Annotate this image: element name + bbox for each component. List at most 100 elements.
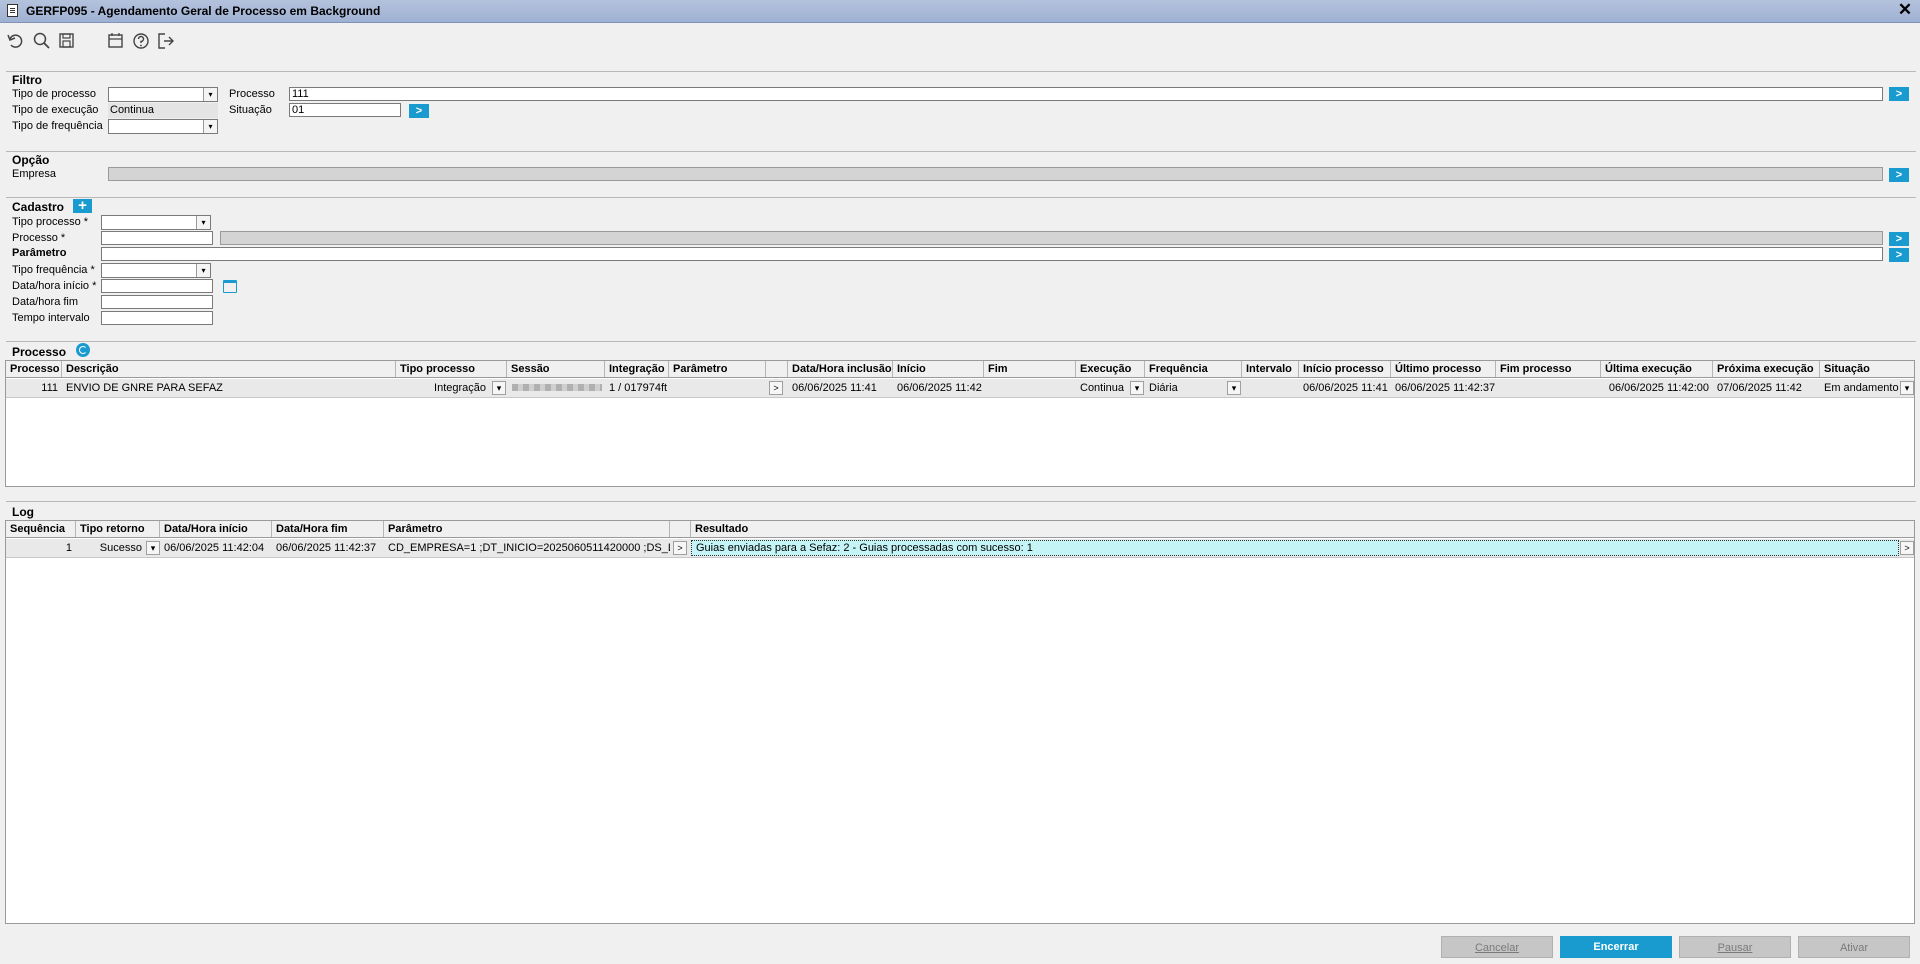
cell-situacao: Em andamento	[1824, 382, 1899, 394]
table-row[interactable]: 1 Sucesso ▾ 06/06/2025 11:42:04 06/06/20…	[6, 539, 1914, 558]
calendar-icon[interactable]	[223, 280, 237, 293]
cad-tempo-intervalo-label: Tempo intervalo	[12, 312, 90, 324]
col-processo[interactable]: Processo	[6, 361, 62, 377]
cell-execucao: Continua	[1080, 382, 1125, 394]
col-tipo-retorno[interactable]: Tipo retorno	[76, 521, 160, 537]
pause-button[interactable]: Pausar	[1679, 936, 1791, 958]
cancel-button[interactable]: Cancelar	[1441, 936, 1553, 958]
divider	[6, 71, 1916, 72]
resultado-open-button[interactable]: >	[1900, 541, 1914, 555]
col-inicio[interactable]: Início	[893, 361, 984, 377]
cell-frequencia: Diária	[1149, 382, 1178, 394]
empresa-label: Empresa	[12, 168, 57, 180]
cad-tipo-frequencia-select[interactable]: ▾	[101, 263, 211, 278]
col-ultimo-processo[interactable]: Último processo	[1391, 361, 1496, 377]
col-resultado[interactable]: Resultado	[691, 521, 1914, 537]
chevron-down-icon[interactable]: ▾	[203, 88, 217, 101]
cell-inicio: 06/06/2025 11:42	[897, 382, 982, 394]
parametro-open-button[interactable]: >	[769, 381, 783, 395]
chevron-down-icon[interactable]: ▾	[1900, 381, 1914, 395]
toolbar	[0, 23, 1920, 57]
col-sessao[interactable]: Sessão	[507, 361, 605, 377]
cell-ultimo-processo: 06/06/2025 11:42:37	[1395, 382, 1496, 394]
processo-input[interactable]: 111	[289, 87, 1883, 101]
col-sequencia[interactable]: Sequência	[6, 521, 76, 537]
chevron-down-icon[interactable]: ▾	[196, 264, 210, 277]
col-execucao[interactable]: Execução	[1076, 361, 1145, 377]
cad-data-inicio-input[interactable]	[101, 279, 213, 293]
cad-tipo-processo-label: Tipo processo *	[12, 216, 89, 228]
chevron-down-icon[interactable]: ▾	[1130, 381, 1144, 395]
col-data-fim[interactable]: Data/Hora fim	[272, 521, 384, 537]
cad-parametro-input[interactable]	[101, 247, 1883, 261]
close-icon[interactable]: ✕	[1896, 1, 1914, 19]
col-proxima-execucao[interactable]: Próxima execução	[1713, 361, 1820, 377]
cad-processo-input[interactable]	[101, 231, 213, 245]
cell-tipo-retorno: Sucesso	[99, 542, 142, 554]
log-grid: Sequência Tipo retorno Data/Hora início …	[5, 520, 1915, 924]
parametro-open-button[interactable]: >	[673, 541, 687, 555]
processo-label: Processo	[229, 88, 275, 100]
tipo-processo-label: Tipo de processo	[12, 88, 96, 100]
chevron-down-icon[interactable]: ▾	[1227, 381, 1241, 395]
tipo-frequencia-label: Tipo de frequência	[12, 120, 103, 132]
chevron-down-icon[interactable]: ▾	[196, 216, 210, 229]
grid-header: Sequência Tipo retorno Data/Hora início …	[6, 521, 1914, 538]
cell-resultado[interactable]: Guias enviadas para a Sefaz: 2 - Guias p…	[691, 540, 1899, 556]
situacao-go-button[interactable]: >	[409, 104, 429, 118]
col-fim-processo[interactable]: Fim processo	[1496, 361, 1601, 377]
chevron-down-icon[interactable]: ▾	[492, 381, 506, 395]
activate-button[interactable]: Ativar	[1798, 936, 1910, 958]
col-situacao[interactable]: Situação	[1820, 361, 1914, 377]
cell-integracao: 1 / 017974ft	[609, 382, 668, 394]
col-data-inicio[interactable]: Data/Hora início	[160, 521, 272, 537]
col-parametro[interactable]: Parâmetro	[669, 361, 766, 377]
cad-tipo-processo-select[interactable]: ▾	[101, 215, 211, 230]
encerrar-button[interactable]: Encerrar	[1560, 936, 1672, 958]
exit-icon[interactable]	[156, 31, 176, 51]
search-icon[interactable]	[32, 31, 52, 51]
processo-grid: Processo Descrição Tipo processo Sessão …	[5, 360, 1915, 487]
cell-proxima-execucao: 07/06/2025 11:42	[1717, 382, 1802, 394]
empresa-go-button[interactable]: >	[1889, 168, 1909, 182]
col-intervalo[interactable]: Intervalo	[1242, 361, 1299, 377]
cad-data-fim-label: Data/hora fim	[12, 296, 79, 308]
cad-processo-label: Processo *	[12, 232, 66, 244]
cad-data-fim-input[interactable]	[101, 295, 213, 309]
save-icon[interactable]	[57, 31, 77, 51]
col-fim[interactable]: Fim	[984, 361, 1076, 377]
cad-data-inicio-label: Data/hora início *	[12, 280, 97, 292]
divider	[6, 151, 1916, 152]
col-descricao[interactable]: Descrição	[62, 361, 396, 377]
tipo-frequencia-select[interactable]: ▾	[108, 119, 218, 134]
table-row[interactable]: 111 ENVIO DE GNRE PARA SEFAZ Integração …	[6, 379, 1914, 398]
divider	[6, 501, 1916, 502]
col-data-inclusao[interactable]: Data/Hora inclusão	[788, 361, 893, 377]
situacao-input[interactable]: 01	[289, 103, 401, 117]
cell-sequencia: 1	[65, 542, 72, 554]
cad-tempo-intervalo-input[interactable]	[101, 311, 213, 325]
processo-grid-title: Processo	[12, 345, 67, 359]
col-parametro[interactable]: Parâmetro	[384, 521, 670, 537]
col-frequencia[interactable]: Frequência	[1145, 361, 1242, 377]
chevron-down-icon[interactable]: ▾	[146, 541, 160, 555]
undo-icon[interactable]	[6, 31, 26, 51]
col-tipo-processo[interactable]: Tipo processo	[396, 361, 507, 377]
refresh-icon[interactable]	[76, 343, 90, 357]
calendar-icon[interactable]	[106, 31, 126, 51]
col-integracao[interactable]: Integração	[605, 361, 669, 377]
add-button[interactable]: +	[73, 198, 92, 213]
cell-data-inclusao: 06/06/2025 11:41	[792, 382, 877, 394]
chevron-down-icon[interactable]: ▾	[203, 120, 217, 133]
cell-processo: 111	[41, 382, 58, 394]
cad-processo-go-button[interactable]: >	[1889, 232, 1909, 246]
col-ultima-execucao[interactable]: Última execução	[1601, 361, 1713, 377]
window-title: GERFP095 - Agendamento Geral de Processo…	[26, 4, 381, 18]
help-icon[interactable]	[131, 31, 151, 51]
processo-go-button[interactable]: >	[1889, 87, 1909, 101]
cell-descricao: ENVIO DE GNRE PARA SEFAZ	[66, 382, 223, 394]
tipo-processo-select[interactable]: ▾	[108, 87, 218, 102]
cad-parametro-go-button[interactable]: >	[1889, 248, 1909, 262]
tipo-execucao-value: Continua	[108, 103, 218, 118]
col-inicio-processo[interactable]: Início processo	[1299, 361, 1391, 377]
